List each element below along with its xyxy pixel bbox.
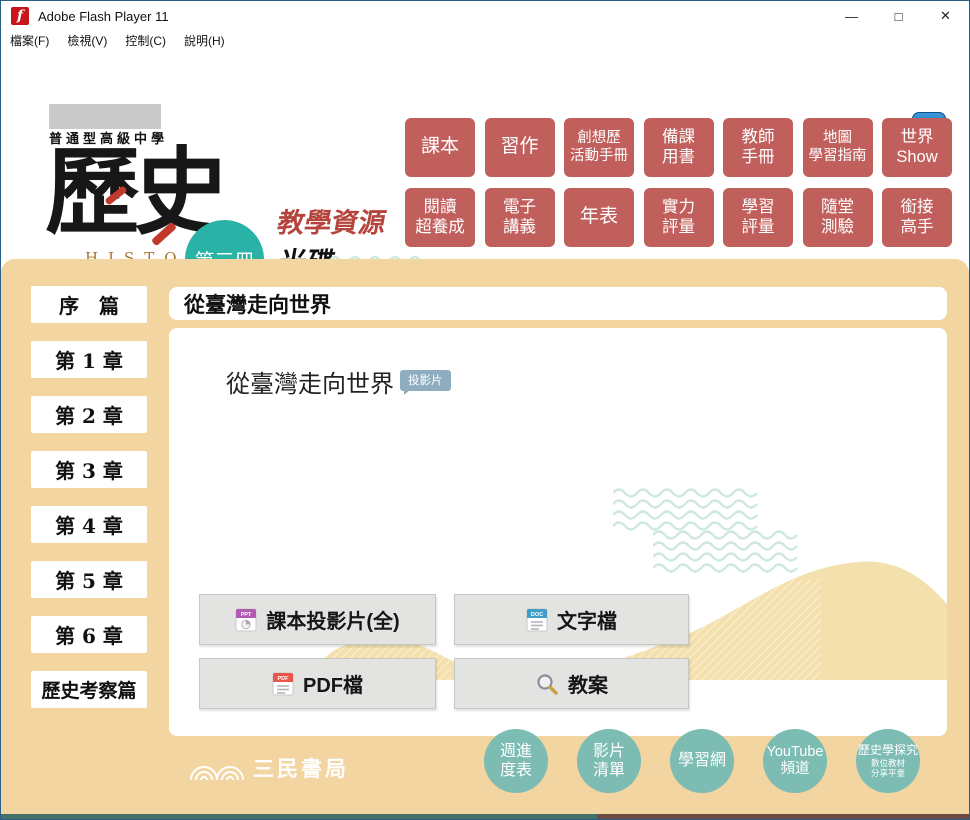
pdf-file-button[interactable]: PDF PDF檔 — [199, 658, 436, 709]
file-button-label: 課本投影片(全) — [266, 605, 399, 634]
sidebar-item-intro[interactable]: 序 篇 — [31, 286, 147, 323]
app-header: 普通型高級中學 歷史 HISTORY 第三冊 教學資源 光碟 ✕ 課本 習作 創… — [1, 49, 969, 259]
section-title: 從臺灣走向世界 — [184, 289, 331, 319]
resource-button-teacher-manual[interactable]: 教師手冊 — [723, 118, 793, 177]
svg-text:PPT: PPT — [241, 612, 252, 618]
close-button[interactable]: ✕ — [922, 1, 969, 31]
menu-control[interactable]: 控制(C) — [116, 32, 175, 49]
text-file-button[interactable]: DOC 文字檔 — [454, 594, 689, 645]
menu-file[interactable]: 檔案(F) — [1, 32, 58, 49]
magnifier-icon — [535, 672, 559, 696]
weekly-schedule-link[interactable]: 週進度表 — [484, 729, 548, 793]
svg-text:DOC: DOC — [531, 612, 543, 618]
file-button-label: 教案 — [568, 669, 608, 698]
bottom-strip-right — [597, 814, 969, 819]
section-header-bar: 從臺灣走向世界 — [169, 287, 947, 320]
lesson-plan-button[interactable]: 教案 — [454, 658, 689, 709]
window-controls: — □ ✕ — [828, 1, 969, 31]
minimize-button[interactable]: — — [828, 1, 875, 31]
resource-button-ability-test[interactable]: 實力評量 — [644, 188, 714, 247]
content-panel: 從臺灣走向世界 投影片 — [169, 328, 947, 736]
resource-button-textbook[interactable]: 課本 — [405, 118, 475, 177]
resource-button-learning-test[interactable]: 學習評量 — [723, 188, 793, 247]
file-button-label: 文字檔 — [557, 605, 617, 634]
resource-button-activity-book[interactable]: 創想歷活動手冊 — [564, 118, 634, 177]
history-research-platform-link[interactable]: 歷史學探究 數位教材 分享平臺 — [856, 729, 920, 793]
publisher-name: 三民書局 — [253, 753, 349, 783]
sidebar-item-fieldwork[interactable]: 歷史考察篇 — [31, 671, 147, 708]
slides-all-button[interactable]: PPT 課本投影片(全) — [199, 594, 436, 645]
publisher-logo: 三民書局 — [189, 753, 349, 783]
flash-player-icon: f — [11, 7, 29, 25]
content-title: 從臺灣走向世界 — [226, 364, 394, 399]
learning-site-link[interactable]: 學習網 — [670, 729, 734, 793]
menu-help[interactable]: 說明(H) — [175, 32, 234, 49]
youtube-channel-link[interactable]: YouTube頻道 — [763, 729, 827, 793]
resource-button-grid: 課本 習作 創想歷活動手冊 備課用書 教師手冊 地圖學習指南 世界Show 閱讀… — [405, 118, 952, 247]
resource-button-timeline[interactable]: 年表 — [564, 188, 634, 247]
ppt-file-icon: PPT — [235, 608, 257, 632]
bottom-strip-left — [1, 814, 597, 819]
maximize-button[interactable]: □ — [875, 1, 922, 31]
sidebar-item-ch1[interactable]: 第 1 章 — [31, 341, 147, 378]
window-title: Adobe Flash Player 11 — [38, 9, 169, 24]
subject-title: 歷史 — [45, 145, 223, 240]
resource-button-lesson-prep[interactable]: 備課用書 — [644, 118, 714, 177]
resource-button-electure[interactable]: 電子講義 — [485, 188, 555, 247]
sidebar-item-ch2[interactable]: 第 2 章 — [31, 396, 147, 433]
resource-button-reading[interactable]: 閱讀超養成 — [405, 188, 475, 247]
sidebar-item-ch6[interactable]: 第 6 章 — [31, 616, 147, 653]
title-bar: f Adobe Flash Player 11 — □ ✕ — [1, 1, 969, 31]
rainbow-arches-icon — [189, 764, 245, 780]
sidebar-item-ch3[interactable]: 第 3 章 — [31, 451, 147, 488]
menu-view[interactable]: 檢視(V) — [58, 32, 116, 49]
wave-decoration — [613, 488, 773, 534]
resource-button-map-guide[interactable]: 地圖學習指南 — [803, 118, 873, 177]
slides-badge: 投影片 — [400, 370, 451, 391]
menu-bar: 檔案(F) 檢視(V) 控制(C) 說明(H) — [1, 31, 969, 49]
flash-player-window: f Adobe Flash Player 11 — □ ✕ 檔案(F) 檢視(V… — [0, 0, 970, 820]
svg-text:PDF: PDF — [278, 676, 290, 682]
file-button-label: PDF檔 — [303, 669, 363, 698]
resource-button-quiz[interactable]: 隨堂測驗 — [803, 188, 873, 247]
resource-button-workbook[interactable]: 習作 — [485, 118, 555, 177]
resource-button-bridging[interactable]: 銜接高手 — [882, 188, 952, 247]
resource-button-world-show[interactable]: 世界Show — [882, 118, 952, 177]
pdf-file-icon: PDF — [272, 672, 294, 696]
publisher-logo-placeholder — [49, 104, 161, 129]
sidebar-item-ch5[interactable]: 第 5 章 — [31, 561, 147, 598]
sidebar-item-ch4[interactable]: 第 4 章 — [31, 506, 147, 543]
video-list-link[interactable]: 影片清單 — [577, 729, 641, 793]
resource-label: 教學資源 — [275, 201, 390, 240]
chapter-sidebar: 序 篇 第 1 章 第 2 章 第 3 章 第 4 章 第 5 章 第 6 章 … — [31, 286, 147, 708]
doc-file-icon: DOC — [526, 608, 548, 632]
